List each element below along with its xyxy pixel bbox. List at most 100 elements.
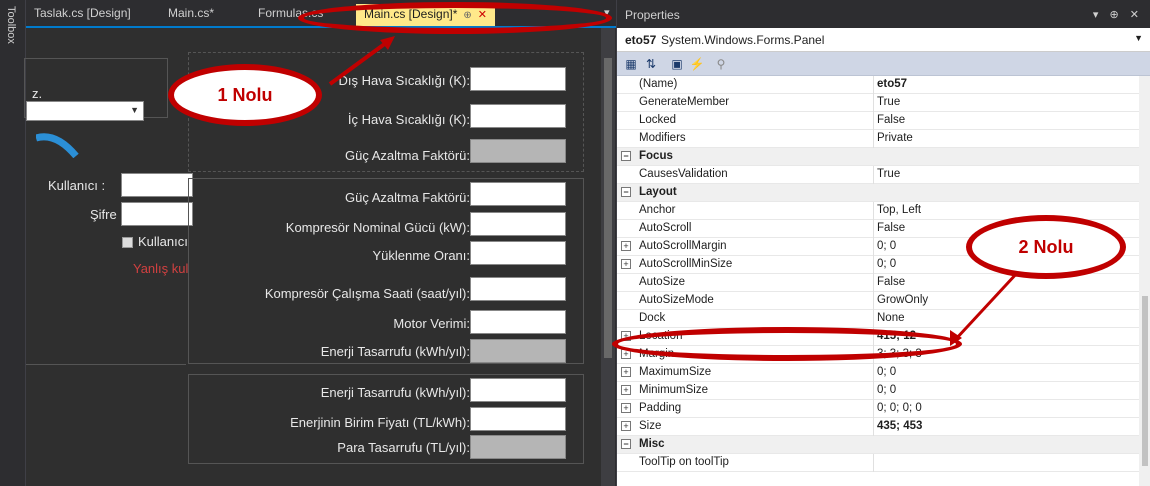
column-separator[interactable] xyxy=(873,166,874,184)
expand-icon[interactable]: + xyxy=(621,421,631,431)
column-separator[interactable] xyxy=(873,382,874,400)
property-row[interactable]: + MaximumSize 0; 0 xyxy=(617,364,1139,382)
designer-scroll-thumb[interactable] xyxy=(604,58,612,358)
column-separator[interactable] xyxy=(873,94,874,112)
annotation-ring-tab xyxy=(298,2,612,34)
object-selector[interactable]: eto57 System.Windows.Forms.Panel ▼ xyxy=(617,28,1150,52)
expand-icon[interactable]: + xyxy=(621,259,631,269)
guc-azaltma-input[interactable] xyxy=(470,182,566,206)
events-icon[interactable]: ⚡ xyxy=(689,56,705,72)
properties-scroll-thumb[interactable] xyxy=(1142,296,1148,466)
column-separator[interactable] xyxy=(873,274,874,292)
property-category[interactable]: − Focus xyxy=(617,148,1139,166)
column-separator[interactable] xyxy=(873,418,874,436)
tab-taslak-design[interactable]: Taslak.cs [Design] xyxy=(34,6,131,20)
panel-window-controls[interactable]: ▾ ⊕ ✕ xyxy=(1093,8,1143,21)
categorized-icon[interactable]: ▦ xyxy=(623,56,639,72)
column-separator[interactable] xyxy=(873,238,874,256)
property-name: (Name) xyxy=(639,78,678,90)
property-value[interactable]: True xyxy=(877,96,900,108)
enerji-tasarrufu-label-2: Enerji Tasarrufu (kWh/yıl): xyxy=(320,385,470,400)
yuklenme-orani-input[interactable] xyxy=(470,241,566,265)
ic-hava-input[interactable] xyxy=(470,104,566,128)
para-tasarrufu-output[interactable] xyxy=(470,435,566,459)
property-row[interactable]: Locked False xyxy=(617,112,1139,130)
remember-label: Kullanıcı xyxy=(138,234,188,249)
property-value[interactable]: None xyxy=(877,312,905,324)
column-separator[interactable] xyxy=(873,130,874,148)
designer-scrollbar[interactable] xyxy=(601,28,615,486)
kompresor-nominal-input[interactable] xyxy=(470,212,566,236)
dis-hava-input[interactable] xyxy=(470,67,566,91)
property-value[interactable]: False xyxy=(877,276,905,288)
ic-hava-label: İç Hava Sıcaklığı (K): xyxy=(347,112,470,127)
property-name: Anchor xyxy=(639,204,676,216)
alphabetical-icon[interactable]: ⇅ xyxy=(643,56,659,72)
property-value[interactable]: eto57 xyxy=(877,78,907,90)
column-separator[interactable] xyxy=(873,112,874,130)
property-row[interactable]: Modifiers Private xyxy=(617,130,1139,148)
expand-icon[interactable]: + xyxy=(621,367,631,377)
properties-scrollbar[interactable] xyxy=(1139,76,1150,486)
motor-verimi-input[interactable] xyxy=(470,310,566,334)
column-separator[interactable] xyxy=(873,310,874,328)
property-value[interactable]: 0; 0 xyxy=(877,366,896,378)
column-separator[interactable] xyxy=(873,220,874,238)
guc-azaltma-label-2: Güç Azaltma Faktörü: xyxy=(345,190,470,205)
property-value[interactable]: False xyxy=(877,222,905,234)
collapse-icon[interactable]: − xyxy=(621,439,631,449)
property-value[interactable]: Top, Left xyxy=(877,204,921,216)
kompresor-nominal-label: Kompresör Nominal Gücü (kW): xyxy=(285,220,470,235)
column-separator[interactable] xyxy=(873,292,874,310)
guc-azaltma-output[interactable] xyxy=(470,139,566,163)
column-separator[interactable] xyxy=(873,364,874,382)
property-row[interactable]: AutoSizeMode GrowOnly xyxy=(617,292,1139,310)
column-separator[interactable] xyxy=(873,256,874,274)
remember-checkbox[interactable] xyxy=(122,237,133,248)
property-value[interactable]: GrowOnly xyxy=(877,294,928,306)
tab-main-cs[interactable]: Main.cs* xyxy=(168,6,214,20)
property-row[interactable]: + MinimumSize 0; 0 xyxy=(617,382,1139,400)
property-value[interactable]: 0; 0; 0; 0 xyxy=(877,402,922,414)
kullanici-input[interactable] xyxy=(121,173,193,197)
toolbox-label[interactable]: Toolbox xyxy=(5,6,17,44)
expand-icon[interactable]: + xyxy=(621,385,631,395)
annotation-ring-location xyxy=(612,327,962,361)
properties-icon[interactable]: ▣ xyxy=(669,56,685,72)
property-value[interactable]: Private xyxy=(877,132,913,144)
column-separator[interactable] xyxy=(873,454,874,472)
expand-icon[interactable]: + xyxy=(621,403,631,413)
calisma-saati-input[interactable] xyxy=(470,277,566,301)
collapse-icon[interactable]: − xyxy=(621,151,631,161)
enerji-tasarrufu-input[interactable] xyxy=(470,378,566,402)
property-value[interactable]: True xyxy=(877,168,900,180)
birim-fiyat-input[interactable] xyxy=(470,407,566,431)
column-separator[interactable] xyxy=(873,76,874,94)
property-value[interactable]: False xyxy=(877,114,905,126)
property-category[interactable]: − Layout xyxy=(617,184,1139,202)
property-row[interactable]: ToolTip on toolTip xyxy=(617,454,1139,472)
property-row[interactable]: CausesValidation True xyxy=(617,166,1139,184)
property-name: MaximumSize xyxy=(639,366,712,378)
sifre-input[interactable] xyxy=(121,202,193,226)
property-row[interactable]: + Padding 0; 0; 0; 0 xyxy=(617,400,1139,418)
chevron-down-icon[interactable]: ▼ xyxy=(1134,33,1143,43)
property-name: MinimumSize xyxy=(639,384,709,396)
column-separator[interactable] xyxy=(873,400,874,418)
left-combobox[interactable]: ▼ xyxy=(26,101,144,121)
enerji-tasarrufu-output[interactable] xyxy=(470,339,566,363)
property-value[interactable]: 0; 0 xyxy=(877,384,896,396)
property-row[interactable]: Dock None xyxy=(617,310,1139,328)
toolbox-strip[interactable]: Toolbox xyxy=(0,0,26,486)
column-separator[interactable] xyxy=(873,202,874,220)
property-row[interactable]: GenerateMember True xyxy=(617,94,1139,112)
property-category[interactable]: − Misc xyxy=(617,436,1139,454)
expand-icon[interactable]: + xyxy=(621,241,631,251)
property-value[interactable]: 0; 0 xyxy=(877,258,896,270)
property-row[interactable]: + Size 435; 453 xyxy=(617,418,1139,436)
collapse-icon[interactable]: − xyxy=(621,187,631,197)
property-value[interactable]: 0; 0 xyxy=(877,240,896,252)
property-value[interactable]: 435; 453 xyxy=(877,420,922,432)
property-pages-icon[interactable]: ⚲ xyxy=(713,56,729,72)
property-row[interactable]: (Name) eto57 xyxy=(617,76,1139,94)
